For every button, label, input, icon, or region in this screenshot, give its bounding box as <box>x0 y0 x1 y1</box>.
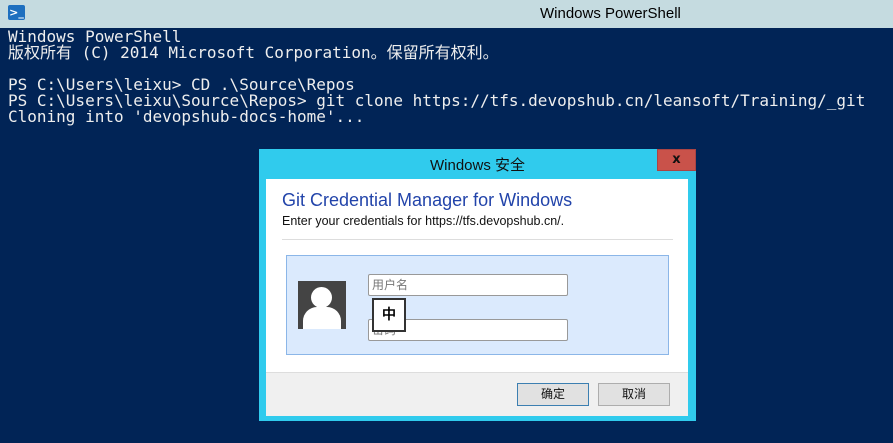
credential-tile: 用户名 中 密码 <box>286 255 669 355</box>
cancel-button[interactable]: 取消 <box>598 383 670 406</box>
console-output[interactable]: Windows PowerShell 版权所有 (C) 2014 Microsof… <box>8 29 865 125</box>
ime-indicator: 中 <box>372 298 406 332</box>
powershell-icon[interactable]: >_ <box>8 5 25 20</box>
dialog-subtitle: Enter your credentials for https://tfs.d… <box>282 214 565 228</box>
close-button[interactable]: x <box>657 149 696 171</box>
console-line: Cloning into 'devopshub-docs-home'... <box>8 107 365 126</box>
ok-button[interactable]: 确定 <box>517 383 589 406</box>
dialog-footer: 确定 取消 <box>266 372 688 416</box>
username-input[interactable]: 用户名 <box>368 274 568 296</box>
window-title: Windows PowerShell <box>540 5 681 22</box>
user-avatar-icon <box>298 281 346 329</box>
credential-dialog: Windows 安全 x Git Credential Manager for … <box>259 149 696 421</box>
divider <box>282 239 673 240</box>
console-line: 版权所有 (C) 2014 Microsoft Corporation。保留所有… <box>8 43 499 62</box>
dialog-body: Git Credential Manager for Windows Enter… <box>266 179 688 416</box>
dialog-title: Windows 安全 <box>429 157 526 174</box>
dialog-heading: Git Credential Manager for Windows <box>282 190 573 210</box>
window-titlebar: >_ Windows PowerShell <box>0 0 893 28</box>
